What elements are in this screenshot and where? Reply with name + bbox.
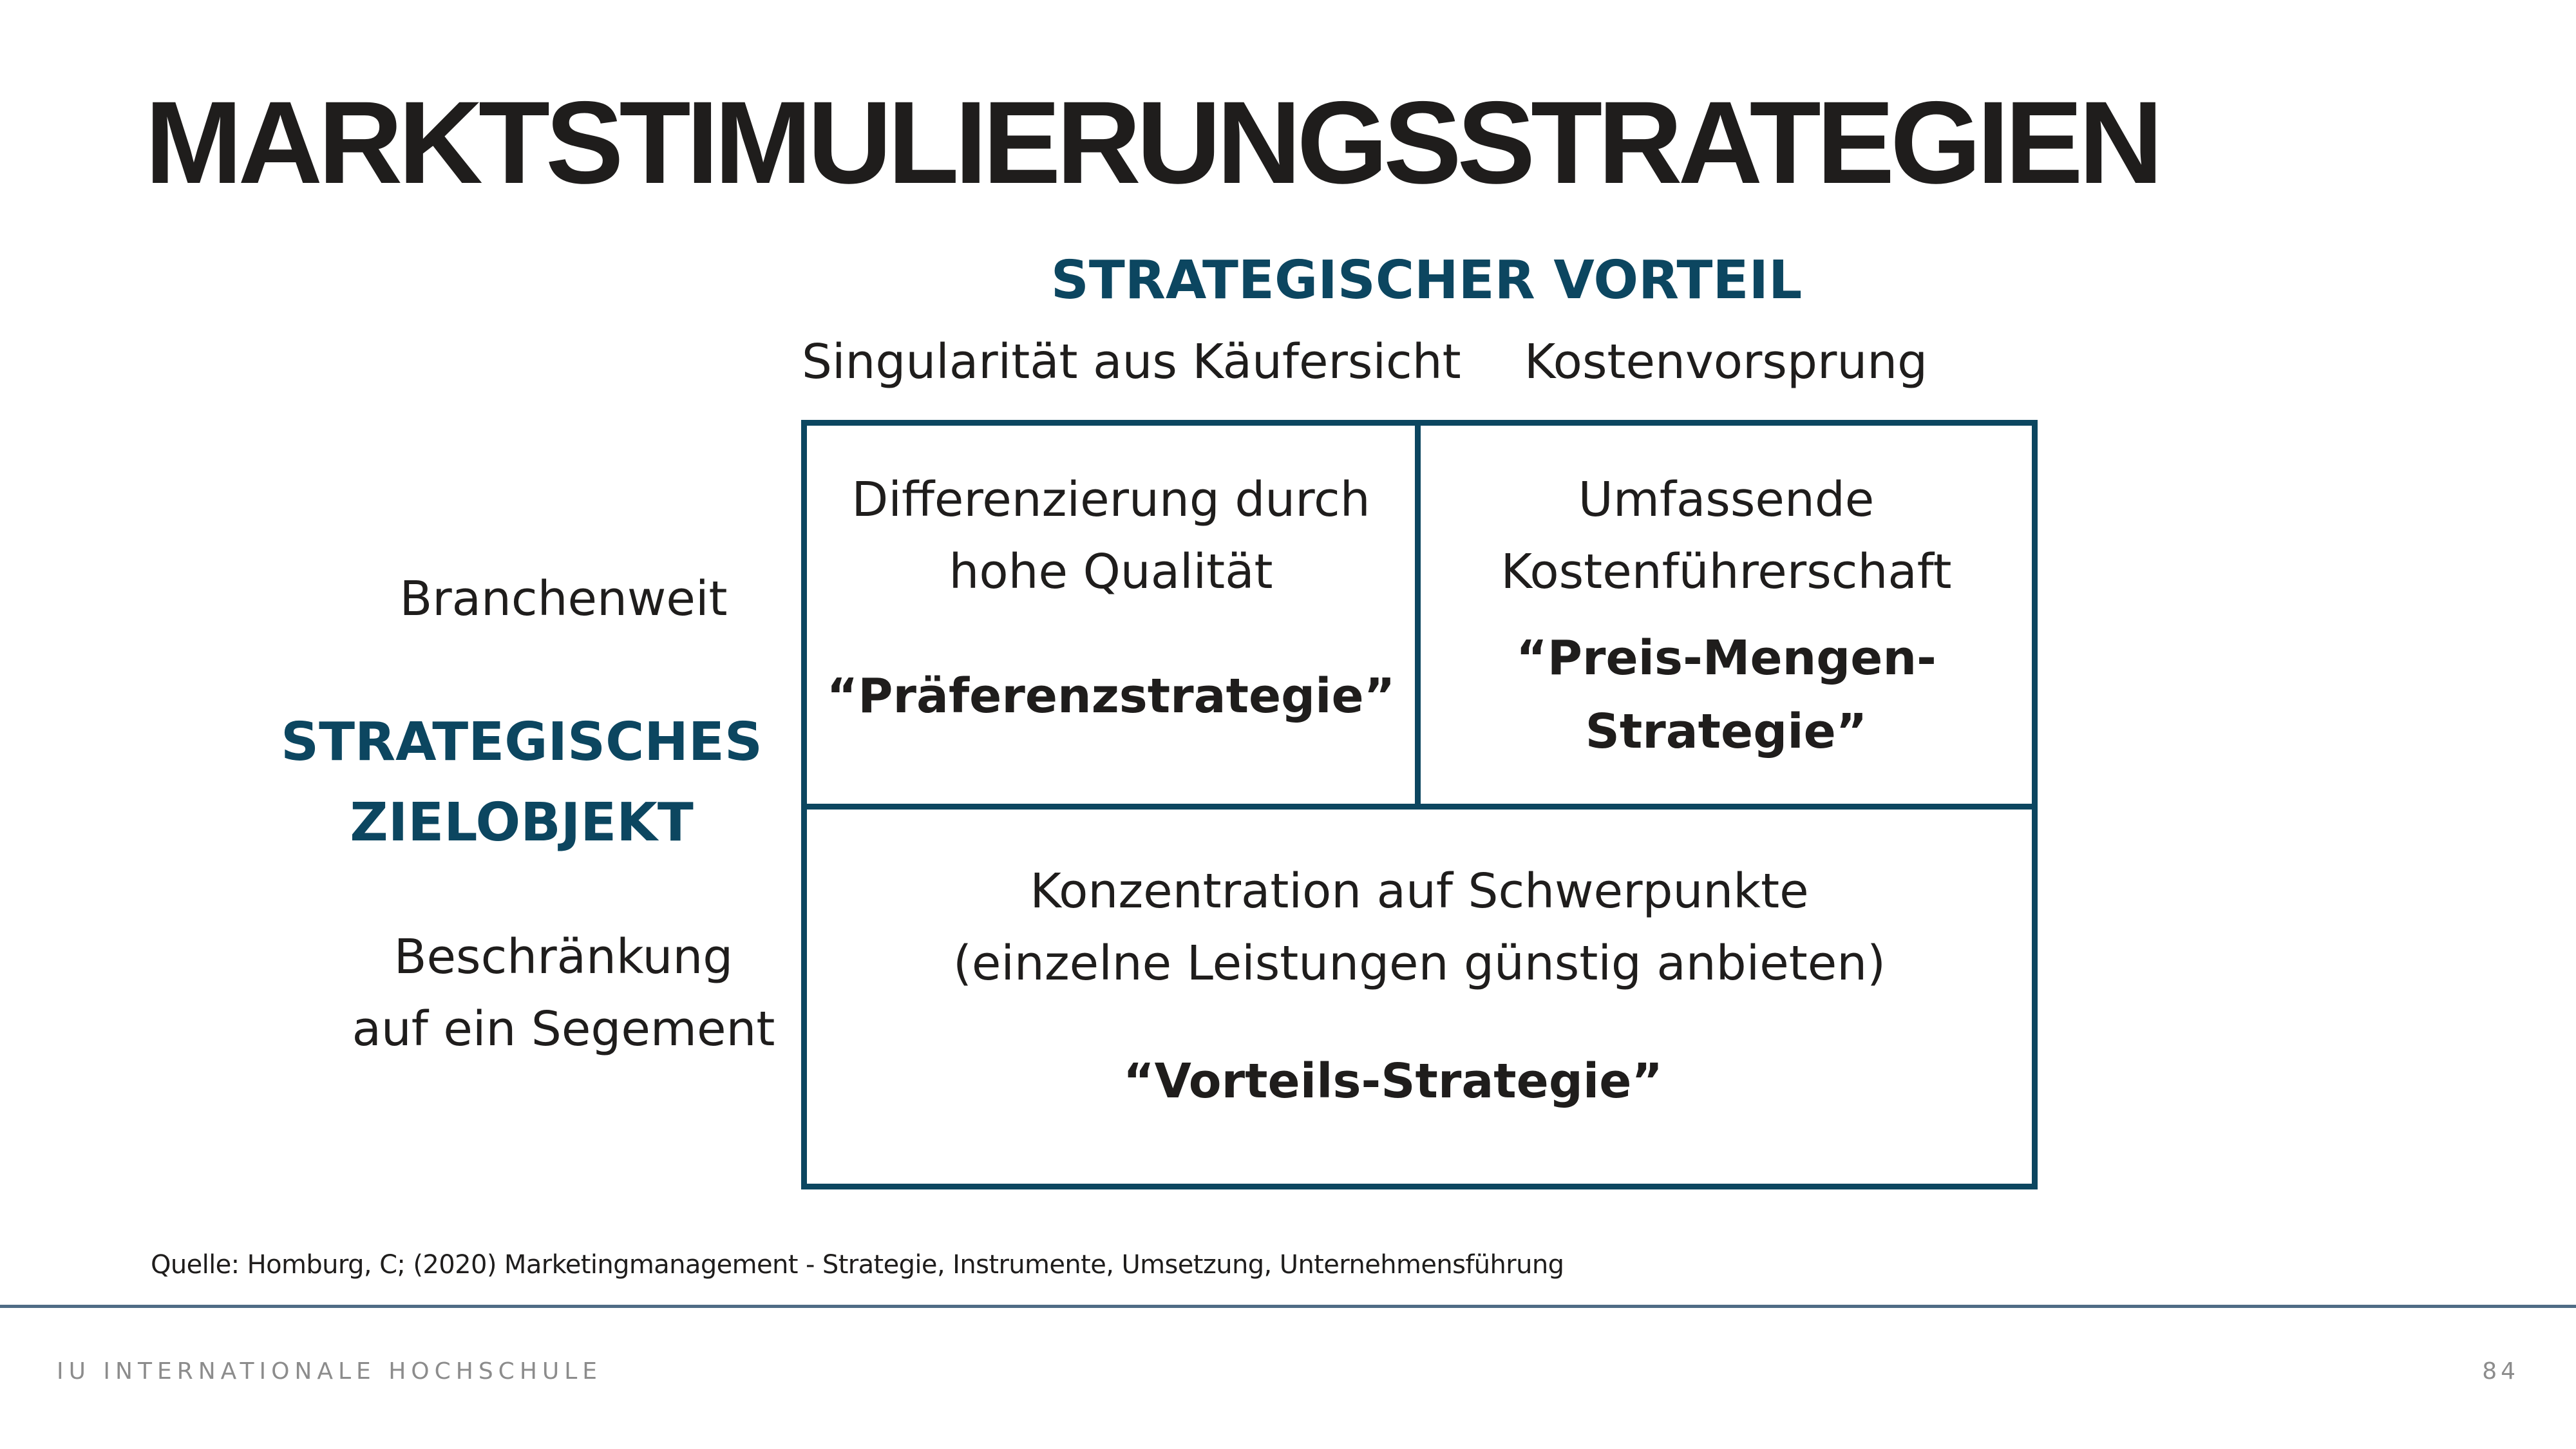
cell-focus-description-line: Konzentration auf Schwerpunkte [1030, 864, 1809, 919]
row-label-segment: Beschränkung auf ein Segement [348, 921, 779, 1065]
cell-cost-leadership-description-line: Kostenführerschaft [1501, 544, 1952, 600]
cell-focus-description: Konzentration auf Schwerpunkte (einzelne… [807, 855, 2032, 999]
slide-title: MARKTSTIMULIERUNGSSTRATEGIEN [145, 77, 2163, 208]
matrix-horizontal-divider [801, 804, 2038, 810]
cell-price-volume-strategy-name: “Preis-Mengen- Strategie” [1421, 621, 2032, 768]
cell-differentiation-description-line: Differenzierung durch [851, 472, 1370, 527]
left-axis-title: STRATEGISCHES ZIELOBJEKT [277, 702, 766, 863]
cell-advantage-strategy-name: “Vorteils-Strategie” [807, 1045, 1979, 1118]
cell-differentiation-description-line: hohe Qualität [949, 544, 1273, 600]
matrix-vertical-divider [1415, 420, 1421, 810]
row-label-segment-line: auf ein Segement [352, 1001, 775, 1057]
footer-divider [0, 1305, 2576, 1308]
left-axis-title-line: ZIELOBJEKT [350, 792, 694, 853]
column-label-cost-advantage: Kostenvorsprung [1524, 334, 1928, 390]
row-label-industry-wide-line: Branchenweit [399, 571, 728, 627]
footer-page-number: 84 [2482, 1358, 2519, 1385]
cell-differentiation-description: Differenzierung durch hohe Qualität [807, 464, 1415, 608]
cell-price-volume-strategy-name-line: Strategie” [1585, 704, 1868, 759]
cell-cost-leadership-description-line: Umfassende [1578, 472, 1875, 527]
row-label-segment-line: Beschränkung [393, 929, 734, 985]
cell-preference-strategy-name: “Präferenzstrategie” [807, 659, 1415, 733]
source-citation: Quelle: Homburg, C; (2020) Marketingmana… [151, 1250, 1564, 1280]
cell-cost-leadership-description: Umfassende Kostenführerschaft [1421, 464, 2032, 608]
footer-institution: IU INTERNATIONALE HOCHSCHULE [57, 1358, 603, 1385]
column-label-singularity: Singularität aus Käufersicht [802, 334, 1461, 390]
cell-focus-description-line: (einzelne Leistungen günstig anbieten) [952, 936, 1886, 991]
cell-advantage-strategy-name-line: “Vorteils-Strategie” [1122, 1054, 1663, 1109]
cell-preference-strategy-name-line: “Präferenzstrategie” [826, 668, 1396, 724]
row-label-industry-wide: Branchenweit [348, 563, 779, 635]
cell-price-volume-strategy-name-line: “Preis-Mengen- [1516, 630, 1937, 686]
left-axis-title-line: STRATEGISCHES [281, 712, 762, 773]
top-axis-title: STRATEGISCHER VORTEIL [1050, 250, 1803, 311]
